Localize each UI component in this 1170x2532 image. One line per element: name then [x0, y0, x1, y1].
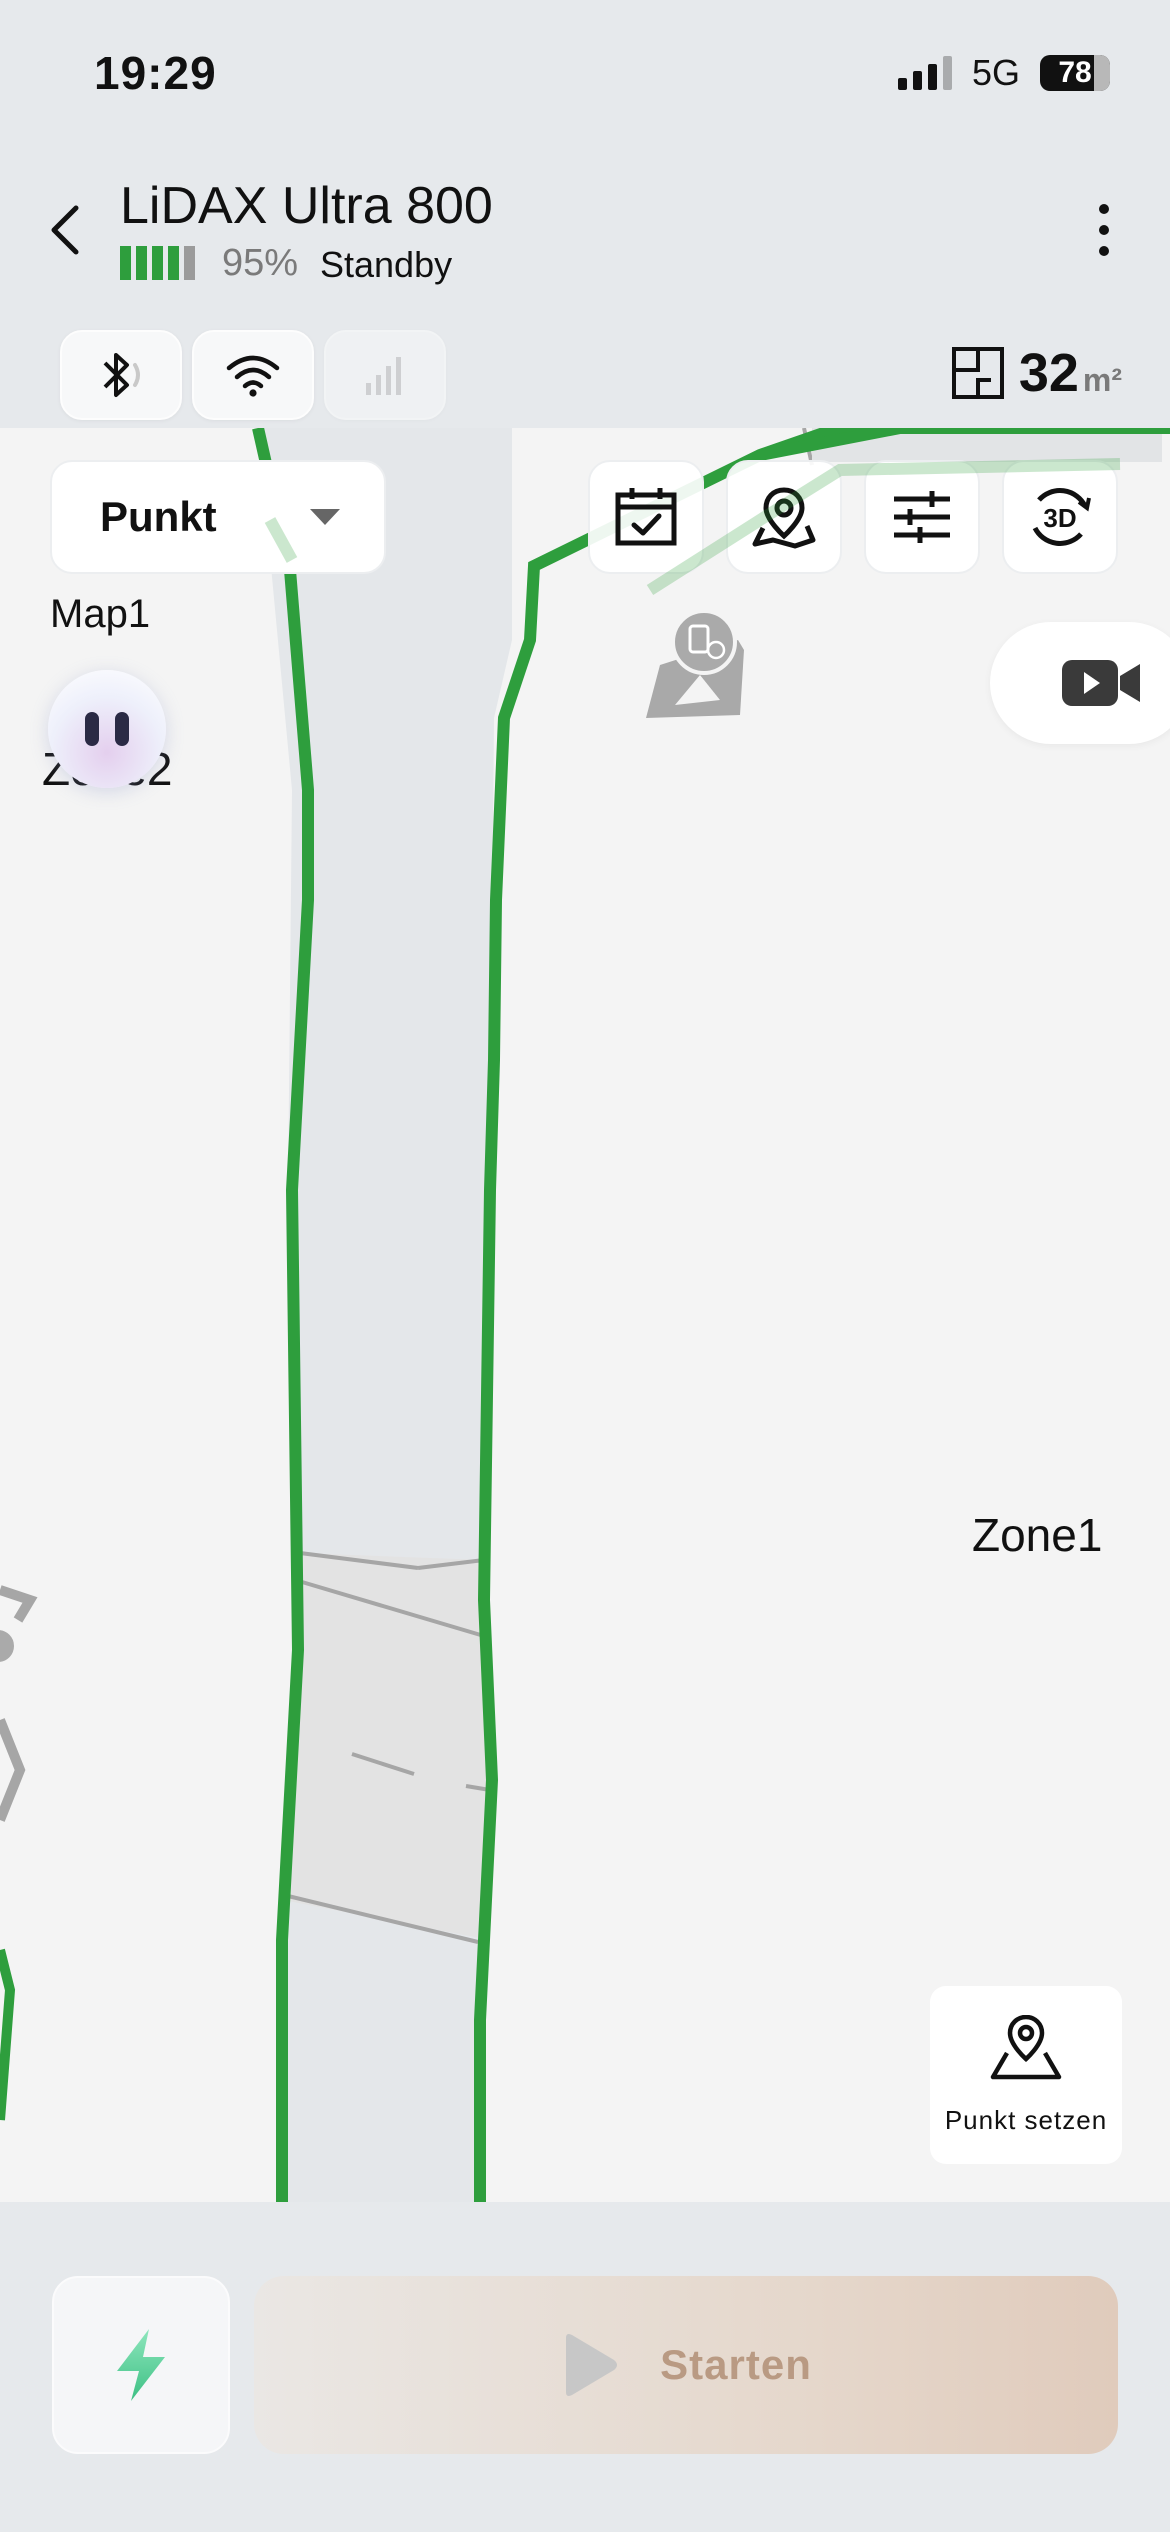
- status-indicators: 5G 78: [897, 52, 1110, 94]
- device-state: Standby: [320, 244, 453, 285]
- area-unit: m²: [1082, 361, 1122, 398]
- bluetooth-status-button[interactable]: [60, 330, 182, 420]
- map-edit-button[interactable]: [726, 460, 842, 574]
- battery-icon: 78: [1040, 55, 1110, 91]
- map-pin-icon: [990, 2014, 1062, 2079]
- more-options-button[interactable]: [1084, 200, 1124, 260]
- set-point-button[interactable]: Punkt setzen: [930, 1986, 1122, 2164]
- map-name-label: Map1: [50, 592, 151, 636]
- video-camera-icon: [1062, 660, 1140, 706]
- wifi-status-button[interactable]: [192, 330, 314, 420]
- wifi-icon: [226, 355, 280, 397]
- 3d-view-icon: 3D: [1032, 488, 1091, 546]
- battery-value: 78: [1058, 56, 1092, 89]
- start-label: Starten: [660, 2341, 812, 2388]
- battery-percent: 95%: [222, 242, 299, 284]
- status-time: 19:29: [94, 47, 217, 99]
- map-area-display: 32 m²: [951, 342, 1122, 404]
- svg-text:3D: 3D: [1043, 503, 1076, 533]
- camera-button[interactable]: [990, 622, 1170, 744]
- map-pin-icon: [752, 487, 816, 549]
- floor-plan-icon: [951, 347, 1004, 399]
- cellular-status-button[interactable]: [324, 330, 446, 420]
- lightning-icon: [117, 2329, 165, 2401]
- back-button[interactable]: [42, 200, 92, 260]
- crossing-area: [283, 1553, 490, 1940]
- caret-down-icon: [310, 509, 340, 525]
- schedule-button[interactable]: [588, 460, 704, 574]
- play-icon: [566, 2334, 618, 2396]
- cellular-signal-icon: [897, 56, 952, 90]
- network-type: 5G: [971, 52, 1020, 93]
- area-value: 32: [1018, 343, 1079, 403]
- 3d-view-button[interactable]: 3D: [1002, 460, 1118, 574]
- mode-label: Punkt: [100, 493, 217, 540]
- bluetooth-icon: [103, 353, 140, 397]
- zone-label-zone1: Zone1: [972, 1509, 1103, 1561]
- recharge-button[interactable]: [52, 2276, 230, 2454]
- cellular-signal-icon: [366, 357, 401, 395]
- calendar-check-icon: [615, 488, 677, 546]
- start-button[interactable]: Starten: [254, 2276, 1118, 2454]
- battery-level-bars: [120, 246, 195, 280]
- charging-station-marker: [646, 609, 744, 718]
- mode-dropdown[interactable]: Punkt: [50, 460, 386, 574]
- device-title: LiDAX Ultra 800: [120, 177, 493, 235]
- chevron-left-icon: [51, 205, 79, 255]
- assistant-avatar[interactable]: [48, 670, 166, 788]
- set-point-label: Punkt setzen: [944, 2104, 1108, 2135]
- sliders-icon: [894, 491, 950, 543]
- settings-button[interactable]: [864, 460, 980, 574]
